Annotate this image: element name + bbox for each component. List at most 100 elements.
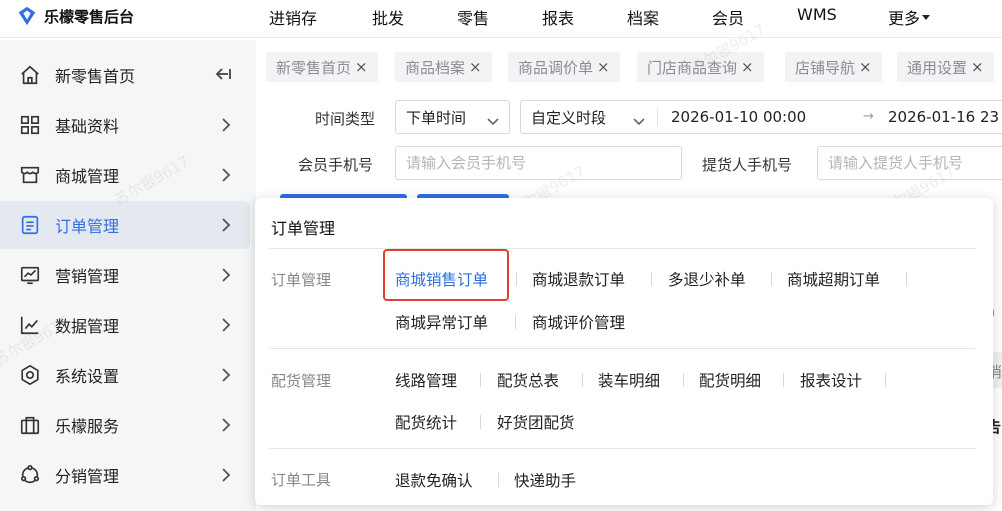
tab-home[interactable]: 新零售首页 ×	[266, 52, 378, 82]
tab-store-nav[interactable]: 店铺导航 ×	[785, 52, 882, 82]
menu-item-refund-no-confirm[interactable]: 退款免确认	[395, 469, 473, 491]
topnav-item-inventory[interactable]: 进销存	[269, 5, 317, 29]
menu-item-refund-supplement[interactable]: 多退少补单	[668, 268, 746, 290]
separator	[906, 272, 907, 286]
topnav-item-member[interactable]: 会员	[712, 5, 744, 29]
tab-bar: 新零售首页 × 商品档案 × 商品调价单 × 门店商品查询 × 店铺导航 × 通用设置 ×	[256, 50, 1002, 84]
chevron-right-icon	[220, 318, 232, 332]
sidebar: 新零售首页 基础资料 商城管理 订单管理 营销管理 数据管理 系统设置 乐檬服务…	[0, 40, 256, 511]
divider	[269, 248, 975, 249]
tab-general-settings[interactable]: 通用设置 ×	[897, 52, 994, 82]
time-type-label: 时间类型	[315, 110, 376, 128]
topnav-item-reports[interactable]: 报表	[542, 5, 574, 29]
sidebar-item-settings[interactable]: 系统设置	[0, 351, 250, 399]
date-range-picker[interactable]: 自定义时段 2026-01-10 00:00 → 2026-01-16 23	[520, 100, 1002, 134]
menu-item-distribution-summary[interactable]: 配货总表	[497, 369, 559, 391]
tab-price-adjust[interactable]: 商品调价单 ×	[508, 52, 620, 82]
start-datetime[interactable]: 2026-01-10 00:00	[671, 108, 806, 126]
time-type-value: 下单时间	[406, 108, 467, 127]
grid-icon	[18, 113, 42, 137]
close-icon[interactable]: ×	[355, 58, 368, 76]
menu-item-mall-refund-order[interactable]: 商城退款订单	[532, 268, 625, 290]
sidebar-item-orders[interactable]: 订单管理	[0, 201, 250, 249]
tab-store-product-query[interactable]: 门店商品查询 ×	[637, 52, 764, 82]
order-icon	[18, 213, 42, 237]
topnav-item-wholesale[interactable]: 批发	[372, 5, 404, 29]
arrow-right-icon: →	[863, 109, 874, 124]
separator	[651, 272, 652, 286]
popover-title: 订单管理	[271, 219, 336, 238]
divider	[269, 348, 975, 349]
separator	[480, 415, 481, 429]
tab-product-archive[interactable]: 商品档案 ×	[395, 52, 492, 82]
period-value: 自定义时段	[531, 108, 607, 127]
tab-label: 商品档案	[405, 58, 466, 77]
pickup-phone-input[interactable]	[817, 146, 1002, 180]
group-label-order-management: 订单管理	[271, 271, 332, 289]
topnav-item-wms[interactable]: WMS	[797, 5, 837, 24]
chevron-right-icon	[220, 118, 232, 132]
member-phone-input[interactable]	[395, 146, 682, 180]
chevron-right-icon	[220, 368, 232, 382]
chevron-right-icon	[220, 418, 232, 432]
menu-item-mall-overdue-order[interactable]: 商城超期订单	[787, 268, 880, 290]
settings-icon	[18, 363, 42, 387]
chevron-right-icon	[220, 268, 232, 282]
close-icon[interactable]: ×	[859, 58, 872, 76]
menu-item-mall-sales-order[interactable]: 商城销售订单	[395, 268, 488, 290]
member-phone-label: 会员手机号	[298, 156, 374, 174]
menu-item-distribution-detail[interactable]: 配货明细	[699, 369, 761, 391]
sidebar-item-label: 系统设置	[55, 367, 120, 386]
topnav-item-archive[interactable]: 档案	[627, 5, 659, 29]
chevron-right-icon	[220, 168, 232, 182]
time-type-select[interactable]: 下单时间	[395, 100, 510, 134]
separator	[480, 373, 481, 387]
app-logo[interactable]: 乐檬零售后台	[16, 0, 134, 32]
separator	[498, 473, 499, 487]
tab-label: 商品调价单	[518, 58, 594, 77]
menu-item-route-management[interactable]: 线路管理	[395, 369, 457, 391]
sidebar-item-service[interactable]: 乐檬服务	[0, 401, 250, 449]
menu-item-mall-review-management[interactable]: 商城评价管理	[532, 311, 625, 333]
tab-label: 新零售首页	[276, 58, 352, 77]
chevron-right-icon	[220, 468, 232, 482]
sidebar-item-data[interactable]: 数据管理	[0, 301, 250, 349]
separator	[885, 373, 886, 387]
sidebar-item-label: 商城管理	[55, 167, 120, 186]
menu-item-report-design[interactable]: 报表设计	[800, 369, 862, 391]
group-label-distribution: 配货管理	[271, 372, 332, 390]
service-icon	[18, 413, 42, 437]
close-icon[interactable]: ×	[597, 58, 610, 76]
marketing-icon	[18, 263, 42, 287]
tab-label: 门店商品查询	[647, 58, 738, 77]
top-bar: 乐檬零售后台 进销存 批发 零售 报表 档案 会员 WMS 更多	[0, 0, 1002, 38]
separator	[582, 373, 583, 387]
sidebar-item-basic-data[interactable]: 基础资料	[0, 101, 250, 149]
collapse-sidebar-icon[interactable]	[214, 67, 234, 83]
separator	[683, 373, 684, 387]
separator	[515, 315, 516, 329]
order-management-popover: 订单管理 订单管理 商城销售订单 商城退款订单 多退少补单 商城超期订单 商城异…	[255, 198, 993, 505]
sidebar-item-home[interactable]: 新零售首页	[0, 51, 250, 99]
topnav-item-retail[interactable]: 零售	[457, 5, 489, 29]
close-icon[interactable]: ×	[469, 58, 482, 76]
home-icon	[18, 63, 42, 87]
menu-item-loading-detail[interactable]: 装车明细	[598, 369, 660, 391]
close-icon[interactable]: ×	[971, 58, 984, 76]
sidebar-item-marketing[interactable]: 营销管理	[0, 251, 250, 299]
menu-item-group-buy-distribution[interactable]: 好货团配货	[497, 411, 575, 433]
sidebar-item-label: 订单管理	[55, 217, 120, 236]
menu-item-express-assistant[interactable]: 快递助手	[514, 469, 576, 491]
sidebar-item-mall[interactable]: 商城管理	[0, 151, 250, 199]
divider	[657, 108, 658, 126]
topnav-item-more[interactable]: 更多	[888, 5, 931, 29]
tab-label: 店铺导航	[795, 58, 856, 77]
separator	[783, 373, 784, 387]
tab-label: 通用设置	[907, 58, 968, 77]
menu-item-mall-exception-order[interactable]: 商城异常订单	[395, 311, 488, 333]
menu-item-distribution-stats[interactable]: 配货统计	[395, 411, 457, 433]
sidebar-item-distribution[interactable]: 分销管理	[0, 451, 250, 499]
end-datetime[interactable]: 2026-01-16 23	[888, 108, 999, 126]
close-icon[interactable]: ×	[741, 58, 754, 76]
sidebar-item-label: 营销管理	[55, 267, 120, 286]
